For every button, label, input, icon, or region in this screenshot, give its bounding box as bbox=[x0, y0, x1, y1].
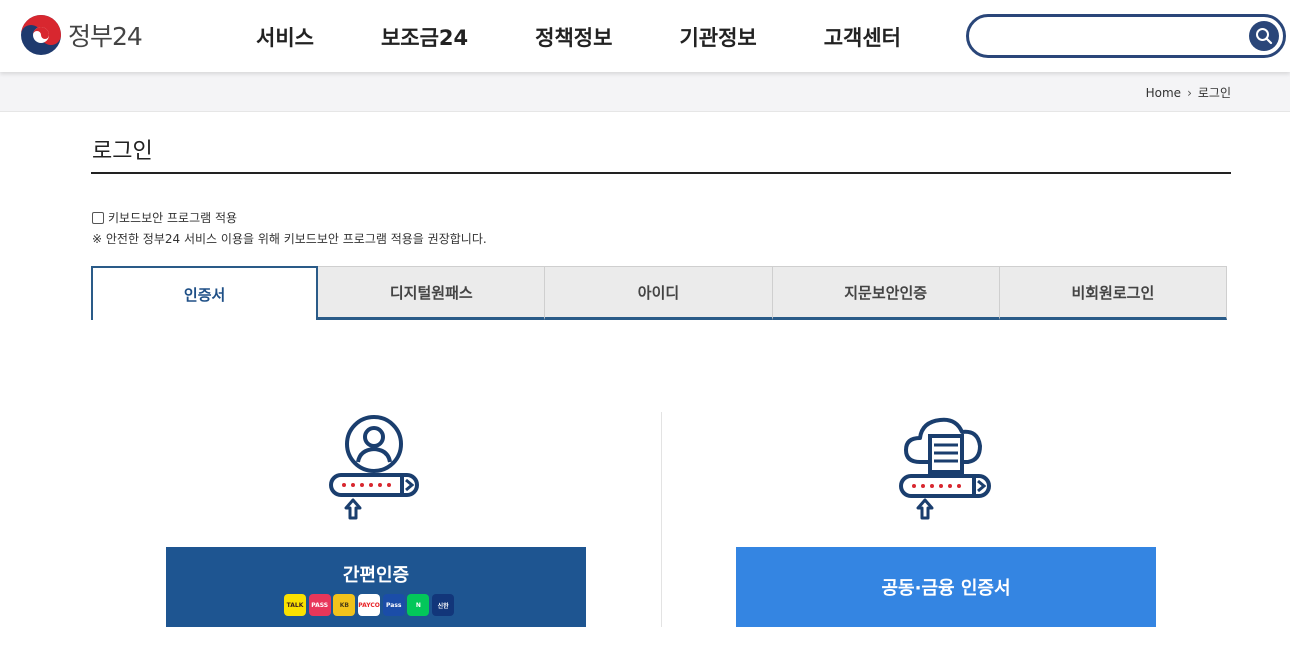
keyboard-security-note: ※ 안전한 정부24 서비스 이용을 위해 키보드보안 프로그램 적용을 권장합… bbox=[92, 232, 487, 246]
nav-item-subsidy[interactable]: 보조금24 bbox=[381, 22, 468, 52]
certificate-login-label: 공동·금융 인증서 bbox=[881, 578, 1011, 599]
nav-item-agency[interactable]: 기관정보 bbox=[679, 22, 756, 52]
page-title: 로그인 bbox=[92, 139, 153, 164]
user-login-icon bbox=[329, 415, 419, 520]
main-nav: 서비스 보조금24 정책정보 기관정보 고객센터 bbox=[256, 22, 968, 52]
keyboard-security-label: 키보드보안 프로그램 적용 bbox=[108, 211, 238, 225]
naver-icon: N bbox=[407, 594, 430, 616]
nav-item-services[interactable]: 서비스 bbox=[256, 22, 314, 52]
samsung-pass-icon: Pass bbox=[382, 594, 405, 616]
tab-certificate[interactable]: 인증서 bbox=[91, 266, 319, 320]
site-header: 정부24 서비스 보조금24 정책정보 기관정보 고객센터 bbox=[0, 0, 1290, 72]
title-divider bbox=[91, 172, 1231, 174]
login-tabs: 인증서 디지털원패스 아이디 지문보안인증 비회원로그인 bbox=[91, 266, 1227, 320]
payco-icon: PAYCO bbox=[358, 594, 381, 616]
keyboard-security-option[interactable]: 키보드보안 프로그램 적용 bbox=[92, 209, 237, 226]
cloud-certificate-icon bbox=[899, 417, 991, 520]
options-divider bbox=[661, 412, 662, 627]
shinhan-icon: 신한 bbox=[432, 594, 455, 616]
breadcrumb-home-link[interactable]: Home bbox=[1146, 86, 1181, 100]
kakao-icon: TALK bbox=[284, 594, 306, 616]
chevron-right-icon: › bbox=[1187, 85, 1192, 100]
auth-provider-icons: TALK PASS KB PAYCO Pass N 신한 bbox=[284, 594, 457, 616]
tab-non-member[interactable]: 비회원로그인 bbox=[999, 266, 1227, 320]
taegeuk-logo-icon bbox=[21, 15, 61, 55]
nav-item-support[interactable]: 고객센터 bbox=[824, 22, 901, 52]
nav-item-policy[interactable]: 정책정보 bbox=[535, 22, 612, 52]
kb-icon: KB bbox=[333, 594, 356, 616]
certificate-login-button[interactable]: 공동·금융 인증서 bbox=[736, 547, 1156, 627]
breadcrumb: Home › 로그인 bbox=[1146, 84, 1231, 101]
search-icon bbox=[1256, 28, 1273, 45]
logo-text: 정부24 bbox=[68, 22, 143, 51]
search-button[interactable] bbox=[1249, 21, 1279, 51]
easy-auth-label: 간편인증 bbox=[342, 565, 410, 586]
keyboard-security-checkbox[interactable] bbox=[92, 211, 104, 224]
tab-digital-onepass[interactable]: 디지털원패스 bbox=[318, 266, 546, 320]
tab-id[interactable]: 아이디 bbox=[545, 266, 773, 320]
logo[interactable]: 정부24 bbox=[20, 14, 143, 56]
search-box bbox=[966, 14, 1286, 58]
breadcrumb-current: 로그인 bbox=[1197, 86, 1231, 100]
pass-icon: PASS bbox=[308, 594, 331, 616]
tab-fingerprint[interactable]: 지문보안인증 bbox=[772, 266, 1000, 320]
search-input[interactable] bbox=[985, 23, 1240, 49]
easy-auth-button[interactable]: 간편인증 TALK PASS KB PAYCO Pass N 신한 bbox=[166, 547, 586, 627]
breadcrumb-bar: Home › 로그인 bbox=[0, 72, 1290, 112]
